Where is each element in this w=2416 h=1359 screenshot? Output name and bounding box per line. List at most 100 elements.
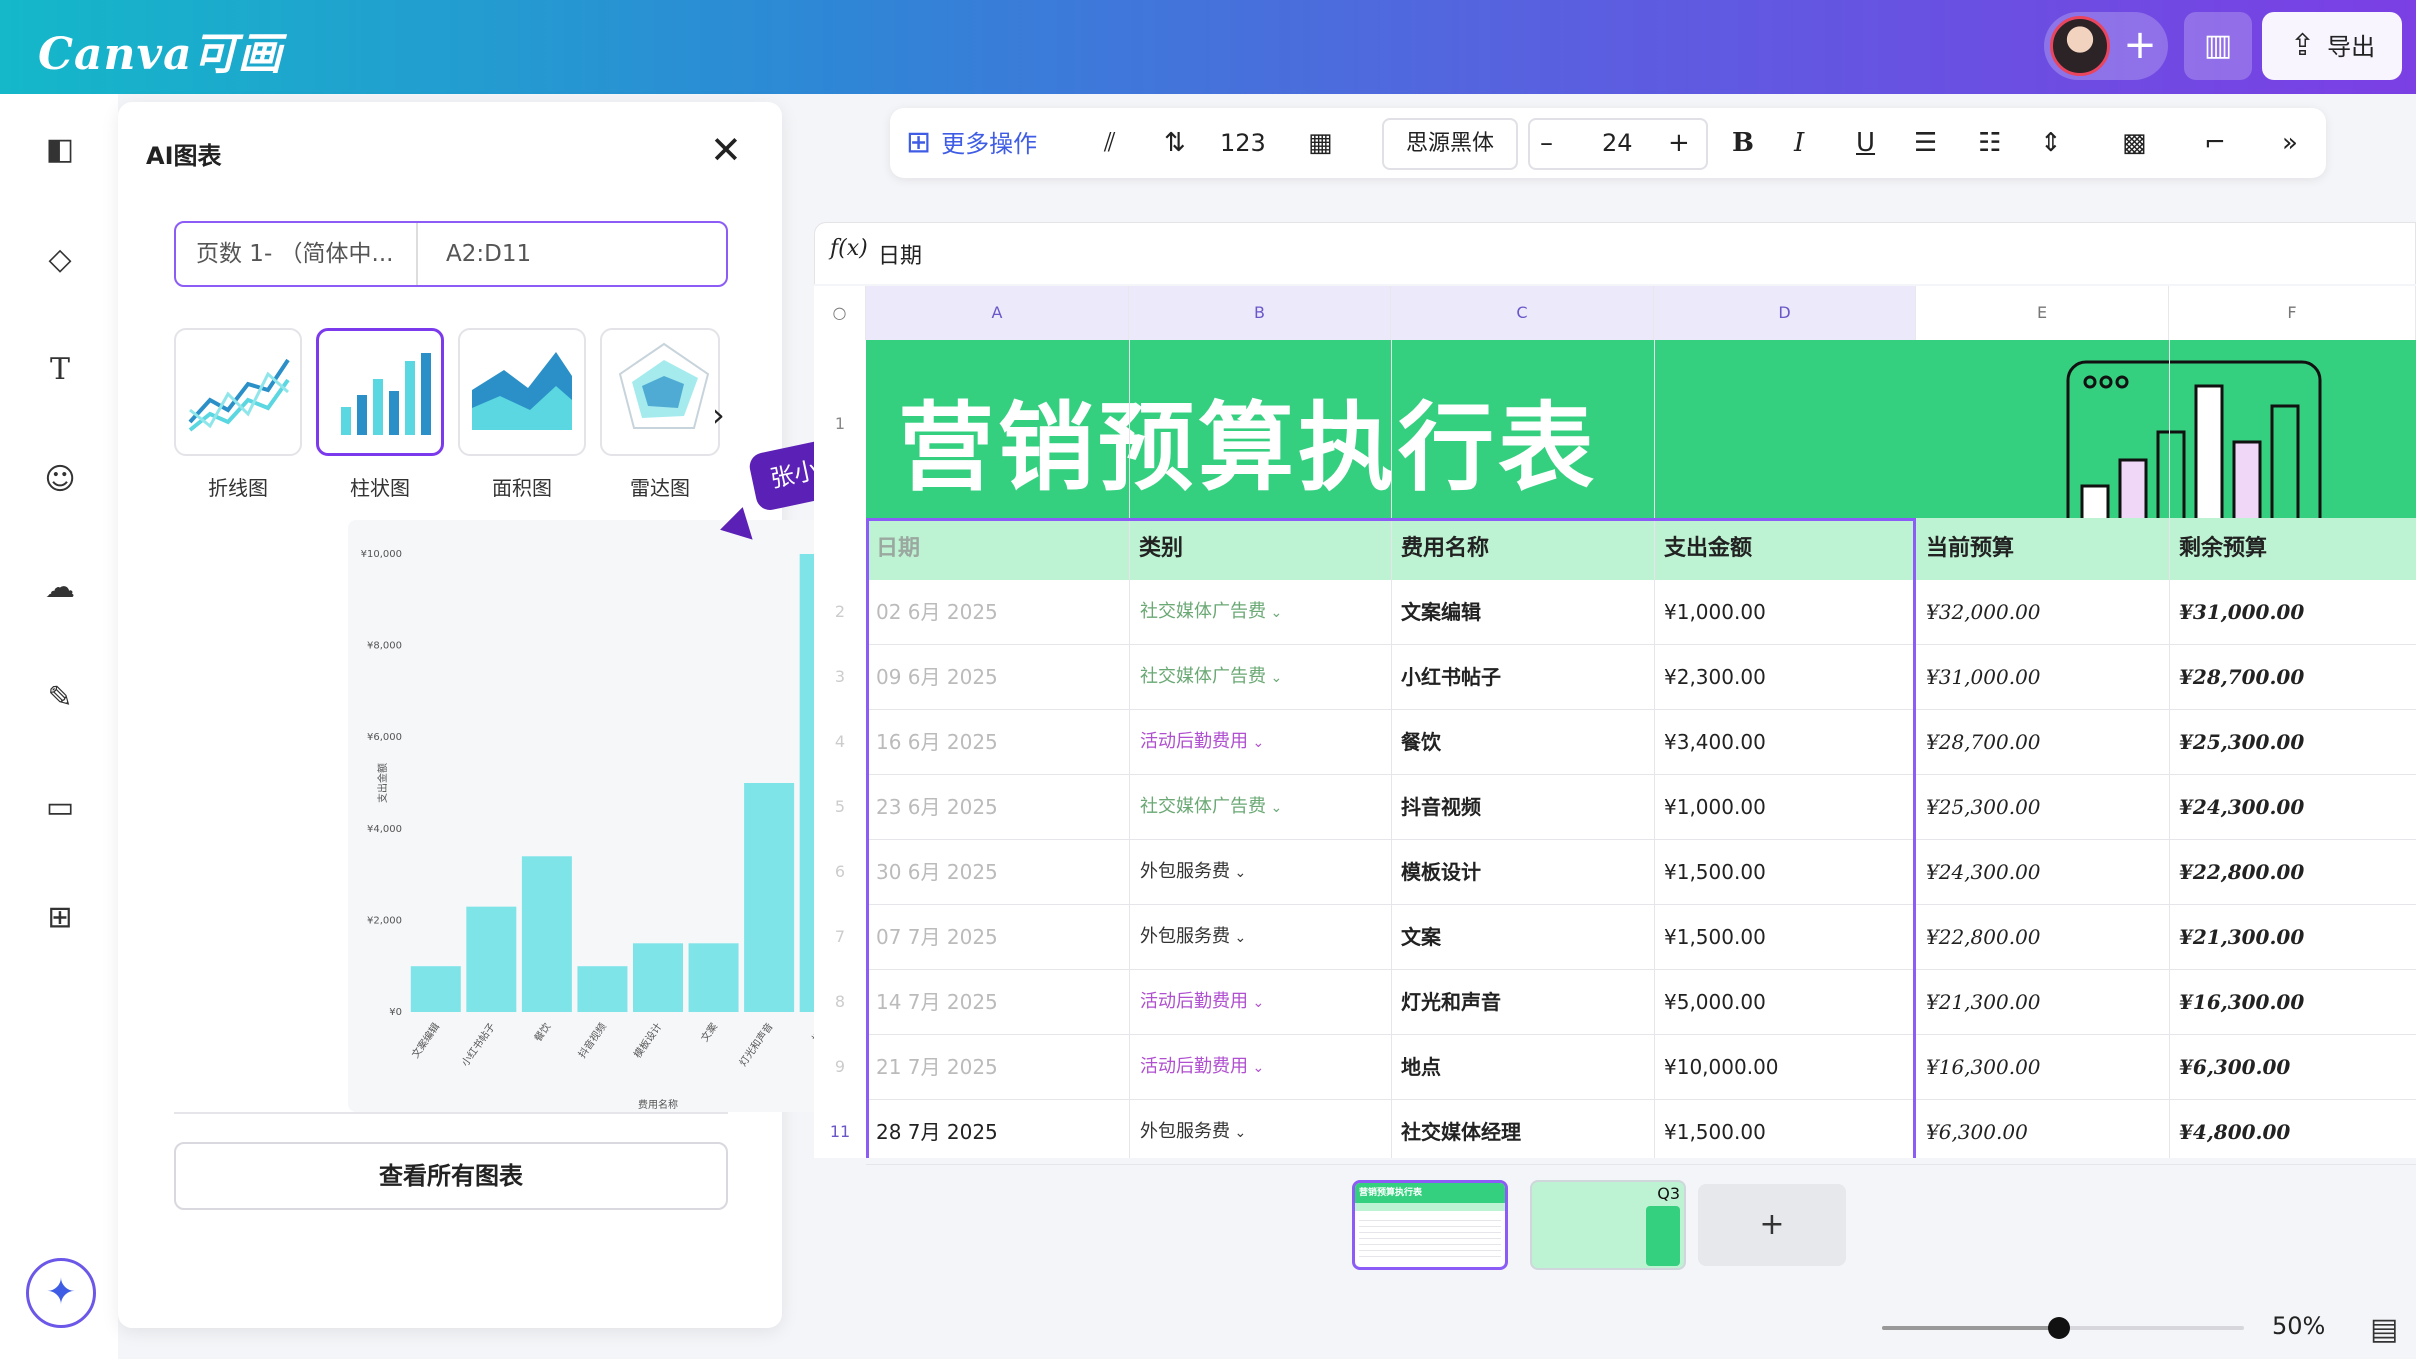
chart-icon[interactable]: ⫽ <box>1104 108 1116 178</box>
sort-icon[interactable]: ⇅ <box>1164 108 1186 178</box>
plus-icon[interactable]: + <box>2114 20 2166 72</box>
cell-remaining-budget[interactable]: ¥21,300.00 <box>2179 905 2415 969</box>
layout-icon[interactable]: ◧ <box>40 130 80 170</box>
canva-logo[interactable]: Canva可画 <box>38 18 283 82</box>
font-size-value[interactable]: 24 <box>1602 108 1633 178</box>
line-spacing-icon[interactable]: ⇕ <box>2040 108 2062 178</box>
cell-remaining-budget[interactable]: ¥31,000.00 <box>2179 580 2415 644</box>
column-header-c[interactable]: C <box>1391 286 1654 340</box>
range-sheet-name[interactable]: 页数 1- （简体中... <box>176 223 418 285</box>
paint-format-icon[interactable]: ⌐ <box>2204 108 2226 178</box>
increase-font-button[interactable]: + <box>1668 108 1690 178</box>
chart-type-area[interactable] <box>458 328 586 456</box>
decrease-font-button[interactable]: – <box>1540 108 1553 178</box>
cell-current-budget[interactable]: ¥6,300.00 <box>1926 1100 2166 1164</box>
cell-current-budget[interactable]: ¥22,800.00 <box>1926 905 2166 969</box>
column-header-f[interactable]: F <box>2169 286 2416 340</box>
cell-current-budget[interactable]: ¥21,300.00 <box>1926 970 2166 1034</box>
row-divider <box>866 1164 2416 1165</box>
select-all-corner[interactable]: ○ <box>814 286 866 340</box>
row-header[interactable]: 3 <box>814 667 866 686</box>
line-chart-icon <box>188 358 290 432</box>
cell-current-budget[interactable]: ¥24,300.00 <box>1926 840 2166 904</box>
y-axis-label: 支出金额 <box>376 763 389 803</box>
cell-remaining-budget[interactable]: ¥24,300.00 <box>2179 775 2415 839</box>
x-tick-label: 小红书帖子 <box>458 1020 497 1068</box>
y-tick-label: ¥10,000 <box>361 549 402 560</box>
chart-type-label: 柱状图 <box>350 476 410 500</box>
column-header-b[interactable]: B <box>1129 286 1391 340</box>
formula-bar[interactable] <box>814 222 2416 284</box>
chart-type-label: 面积图 <box>492 476 552 500</box>
close-icon[interactable]: ✕ <box>710 128 742 172</box>
elements-icon[interactable]: ◇ <box>40 240 80 280</box>
cell-current-budget[interactable]: ¥31,000.00 <box>1926 645 2166 709</box>
cell-current-budget[interactable]: ¥16,300.00 <box>1926 1035 2166 1099</box>
row-header[interactable]: 4 <box>814 732 866 751</box>
upload-icon[interactable]: ☁ <box>40 568 80 608</box>
bar-chart-icon[interactable]: ▥ <box>2184 12 2252 80</box>
chevron-right-icon[interactable]: › <box>712 396 725 434</box>
number-format-button[interactable]: 123 <box>1220 108 1266 178</box>
bold-icon[interactable]: B <box>1732 108 1754 178</box>
x-tick-label: 餐饮 <box>531 1020 553 1044</box>
transparency-icon[interactable]: ▩ <box>2122 108 2147 178</box>
grid-view-icon[interactable]: ▤ <box>2370 1312 2398 1347</box>
list-icon[interactable]: ☷ <box>1978 108 2001 178</box>
column-header-a[interactable]: A <box>866 286 1129 340</box>
row-header-1[interactable]: 1 <box>814 414 866 433</box>
cell-remaining-budget[interactable]: ¥6,300.00 <box>2179 1035 2415 1099</box>
cell-current-budget[interactable]: ¥25,300.00 <box>1926 775 2166 839</box>
user-avatar[interactable] <box>2050 16 2110 76</box>
row-header[interactable]: 5 <box>814 797 866 816</box>
chart-type-bar[interactable] <box>316 328 444 456</box>
chart-type-radar[interactable] <box>600 328 720 456</box>
row-header[interactable]: 7 <box>814 927 866 946</box>
row-header[interactable]: 8 <box>814 992 866 1011</box>
align-left-icon[interactable]: ☰ <box>1914 108 1937 178</box>
zoom-slider-handle[interactable] <box>2048 1317 2070 1339</box>
font-family-select[interactable]: 思源黑体 <box>1382 118 1518 170</box>
sheet-title[interactable]: 营销预算执行表 <box>898 370 1598 509</box>
table-grid-icon[interactable]: ▦ <box>1308 108 1333 178</box>
chart-type-line[interactable] <box>174 328 302 456</box>
header-remaining-budget[interactable]: 剩余预算 <box>2169 518 2267 580</box>
view-all-charts-button[interactable]: 查看所有图表 <box>174 1142 728 1210</box>
cell-remaining-budget[interactable]: ¥16,300.00 <box>2179 970 2415 1034</box>
more-tools-icon[interactable]: » <box>2282 108 2298 178</box>
header-current-budget[interactable]: 当前预算 <box>1916 518 2014 580</box>
bar <box>633 943 683 1012</box>
text-icon[interactable]: T <box>40 350 80 390</box>
row-header[interactable]: 2 <box>814 602 866 621</box>
cell-remaining-budget[interactable]: ¥4,800.00 <box>2179 1100 2415 1164</box>
range-cells[interactable]: A2:D11 <box>446 223 531 285</box>
row-header[interactable]: 6 <box>814 862 866 881</box>
page-thumbnail-1[interactable]: 营销预算执行表 <box>1352 1180 1508 1270</box>
row-header[interactable]: 9 <box>814 1057 866 1076</box>
sparkle-icon[interactable]: ✦ <box>26 1258 96 1328</box>
cell-remaining-budget[interactable]: ¥25,300.00 <box>2179 710 2415 774</box>
cell-current-budget[interactable]: ¥32,000.00 <box>1926 580 2166 644</box>
x-tick-label: 文案编辑 <box>409 1020 443 1060</box>
row-header[interactable]: 11 <box>814 1122 866 1141</box>
italic-icon[interactable]: I <box>1794 108 1804 178</box>
cell-remaining-budget[interactable]: ¥22,800.00 <box>2179 840 2415 904</box>
zoom-value[interactable]: 50% <box>2272 1312 2325 1340</box>
brand-icon[interactable]: ☺ <box>40 460 80 500</box>
cell-current-budget[interactable]: ¥28,700.00 <box>1926 710 2166 774</box>
bar <box>466 906 517 1012</box>
draw-icon[interactable]: ✎ <box>40 678 80 718</box>
export-button[interactable]: ⇪ 导出 <box>2262 12 2402 80</box>
add-page-button[interactable]: + <box>1698 1184 1846 1266</box>
bar <box>577 966 628 1012</box>
page-thumbnail-2[interactable]: Q3 <box>1530 1180 1686 1270</box>
folder-icon[interactable]: ▭ <box>40 788 80 828</box>
chart-type-label: 雷达图 <box>630 476 690 500</box>
column-header-e[interactable]: E <box>1916 286 2169 340</box>
apps-icon[interactable]: ⊞ <box>40 898 80 938</box>
more-actions-button[interactable]: ⊞ 更多操作 <box>906 108 1037 178</box>
formula-value[interactable]: 日期 <box>878 238 922 270</box>
cell-remaining-budget[interactable]: ¥28,700.00 <box>2179 645 2415 709</box>
underline-icon[interactable]: U <box>1856 108 1875 178</box>
column-header-d[interactable]: D <box>1654 286 1916 340</box>
